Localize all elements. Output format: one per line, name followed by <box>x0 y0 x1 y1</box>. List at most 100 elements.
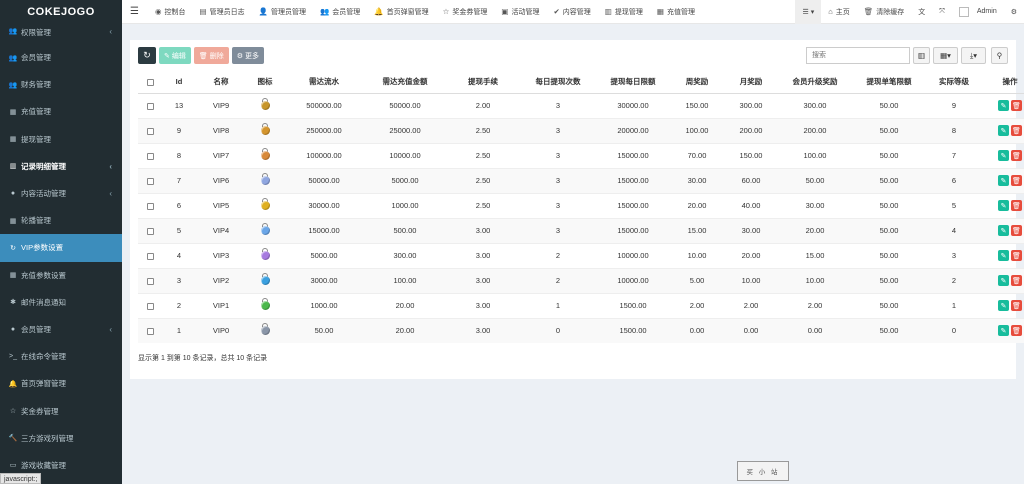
row-checkbox[interactable] <box>146 327 154 335</box>
column-header[interactable]: 名称 <box>196 71 246 94</box>
top-tab-2[interactable]: 👤 管理员管理 <box>252 0 313 24</box>
table-row[interactable]: 5 VIP4 15000.00 500.00 3.00 3 15000.00 15.00 30.… <box>138 217 1024 243</box>
sidebar-item-3[interactable]: ▦ 充值管理 <box>0 98 122 125</box>
brand-logo[interactable]: COKEJOGO <box>0 0 122 24</box>
sidebar-item-14[interactable]: ☆ 奖金券管理 <box>0 397 122 424</box>
table-row[interactable]: 9 VIP8 250000.00 25000.00 2.50 3 20000.00 100.0… <box>138 117 1024 143</box>
row-edit-pencil-icon[interactable]: ✎ <box>998 125 1009 136</box>
row-checkbox[interactable] <box>146 302 154 310</box>
column-header[interactable]: 提现每日限额 <box>596 71 670 94</box>
admin-menu[interactable]: Admin <box>952 0 1004 24</box>
row-checkbox[interactable] <box>146 252 154 260</box>
column-header[interactable]: Id <box>162 71 196 94</box>
sidebar-item-6[interactable]: ● 内容活动管理 ‹ <box>0 180 122 207</box>
row-edit-pencil-icon[interactable]: ✎ <box>998 325 1009 337</box>
top-tab-5[interactable]: ☆ 奖金券管理 <box>436 0 495 24</box>
row-delete-trash-icon[interactable]: 🗑 <box>1011 325 1022 337</box>
row-edit-pencil-icon[interactable]: ✎ <box>998 250 1009 261</box>
row-checkbox[interactable] <box>146 202 154 210</box>
top-tab-3[interactable]: 👥 会员管理 <box>313 0 367 24</box>
row-delete-trash-icon[interactable]: 🗑 <box>1011 125 1022 136</box>
sidebar-item-1[interactable]: 👥 会员管理 <box>0 44 122 71</box>
row-edit-pencil-icon[interactable]: ✎ <box>998 275 1009 286</box>
columns-dropdown-button[interactable]: ▦▾ <box>933 47 958 64</box>
sidebar-item-7[interactable]: ▦ 轮播管理 <box>0 207 122 234</box>
row-checkbox[interactable] <box>146 152 154 160</box>
row-checkbox[interactable] <box>146 127 154 135</box>
search-button[interactable]: ⚲ <box>991 47 1008 64</box>
language-icon[interactable]: 文 <box>911 0 932 24</box>
table-row[interactable]: 13 VIP9 500000.00 50000.00 2.00 3 30000.00 150.… <box>138 92 1024 118</box>
top-tab-1[interactable]: ▤ 管理员日志 <box>193 0 252 24</box>
row-delete-trash-icon[interactable]: 🗑 <box>1011 175 1022 186</box>
row-delete-trash-icon[interactable]: 🗑 <box>1011 275 1022 286</box>
column-header[interactable]: 周奖励 <box>670 71 724 94</box>
table-row[interactable]: 6 VIP5 30000.00 1000.00 2.50 3 15000.00 20.00 40… <box>138 192 1024 218</box>
row-delete-trash-icon[interactable]: 🗑 <box>1011 100 1022 111</box>
export-dropdown-button[interactable]: ⤓▾ <box>961 47 986 64</box>
top-tab-7[interactable]: ✔ 内容管理 <box>546 0 597 24</box>
sidebar-item-9[interactable]: ▦ 充值参数设置 <box>0 262 122 289</box>
column-header[interactable]: 提现手续 <box>446 71 520 94</box>
sidebar-item-15[interactable]: 🔨 三方游戏列管理 <box>0 425 122 452</box>
top-tab-8[interactable]: ▥ 提现管理 <box>598 0 650 24</box>
table-row[interactable]: 1 VIP0 50.00 20.00 3.00 0 1500.00 0.00 0.00 0.00 5… <box>138 317 1024 343</box>
row-delete-trash-icon[interactable]: 🗑 <box>1011 200 1022 211</box>
column-header[interactable]: 会员升级奖励 <box>778 71 852 94</box>
table-row[interactable]: 7 VIP6 50000.00 5000.00 2.50 3 15000.00 30.00 60… <box>138 167 1024 193</box>
top-tab-9[interactable]: ▦ 充值管理 <box>650 0 702 24</box>
select-all-checkbox[interactable] <box>146 78 154 86</box>
search-input[interactable] <box>806 47 910 64</box>
row-checkbox[interactable] <box>146 102 154 110</box>
row-edit-pencil-icon[interactable]: ✎ <box>998 200 1009 211</box>
column-header[interactable]: 需达充值金额 <box>364 71 446 94</box>
table-row[interactable]: 3 VIP2 3000.00 100.00 3.00 2 10000.00 5.00 10.00… <box>138 267 1024 293</box>
column-header[interactable]: 每日提现次数 <box>520 71 596 94</box>
sidebar-item-13[interactable]: 🔔 首页弹窗管理 <box>0 370 122 397</box>
menu-toggle-icon[interactable]: ☰ <box>122 0 148 24</box>
row-edit-pencil-icon[interactable]: ✎ <box>998 225 1009 236</box>
column-header[interactable]: 实际等级 <box>926 71 982 94</box>
more-button[interactable]: ⚙ 更多 <box>231 47 265 64</box>
column-header[interactable]: 操作 <box>982 71 1024 94</box>
top-tab-4[interactable]: 🔔 首页弹窗管理 <box>367 0 435 24</box>
refresh-button[interactable]: ↻ <box>138 47 156 64</box>
sidebar-item-2[interactable]: 👥 财务管理 <box>0 71 122 98</box>
settings-gear-icon[interactable]: ⚙ <box>1004 0 1024 24</box>
select-all-header[interactable] <box>138 71 162 94</box>
fullscreen-icon[interactable]: ⤧ <box>932 0 952 24</box>
row-edit-pencil-icon[interactable]: ✎ <box>998 150 1009 161</box>
edit-button[interactable]: ✎ 编辑 <box>159 47 191 64</box>
row-edit-pencil-icon[interactable]: ✎ <box>998 175 1009 186</box>
clear-cache-link[interactable]: 🗑 清除缓存 <box>857 0 912 24</box>
row-delete-trash-icon[interactable]: 🗑 <box>1011 250 1022 261</box>
column-header[interactable]: 需达流水 <box>284 71 364 94</box>
top-tab-6[interactable]: ▣ 活动管理 <box>494 0 546 24</box>
row-checkbox[interactable] <box>146 177 154 185</box>
row-delete-trash-icon[interactable]: 🗑 <box>1011 225 1022 236</box>
sidebar-item-0[interactable]: 👥 权限管理 ‹ <box>0 24 122 44</box>
top-tab-0[interactable]: ◉ 控制台 <box>148 0 193 24</box>
column-header[interactable]: 提现单笔限额 <box>852 71 926 94</box>
row-checkbox[interactable] <box>146 277 154 285</box>
delete-button[interactable]: 🗑 删除 <box>193 47 229 64</box>
layout-dropdown-icon[interactable]: ☰ ▾ <box>795 0 822 24</box>
sidebar-item-11[interactable]: ● 会员管理 ‹ <box>0 316 122 343</box>
sidebar-item-8[interactable]: ↻ VIP参数设置 <box>0 234 122 262</box>
table-row[interactable]: 4 VIP3 5000.00 300.00 3.00 2 10000.00 10.00 20.0… <box>138 242 1024 268</box>
table-row[interactable]: 2 VIP1 1000.00 20.00 3.00 1 1500.00 2.00 2.00 2.0… <box>138 292 1024 318</box>
sidebar-item-10[interactable]: ✱ 邮件消息通知 <box>0 289 122 316</box>
row-edit-pencil-icon[interactable]: ✎ <box>998 300 1009 311</box>
row-delete-trash-icon[interactable]: 🗑 <box>1011 300 1022 311</box>
table-row[interactable]: 8 VIP7 100000.00 10000.00 2.50 3 15000.00 70.00… <box>138 142 1024 168</box>
sidebar-item-12[interactable]: >_ 在线命令管理 <box>0 343 122 370</box>
row-edit-pencil-icon[interactable]: ✎ <box>998 100 1009 111</box>
sidebar-item-4[interactable]: ▦ 提现管理 <box>0 126 122 153</box>
home-link[interactable]: ⌂ 主页 <box>821 0 857 24</box>
column-header[interactable]: 图标 <box>246 71 284 94</box>
toggle-view-button[interactable]: ▥ <box>913 47 930 64</box>
row-checkbox[interactable] <box>146 227 154 235</box>
column-header[interactable]: 月奖励 <box>724 71 778 94</box>
row-delete-trash-icon[interactable]: 🗑 <box>1011 150 1022 161</box>
sidebar-item-5[interactable]: ▥ 记录明细管理 ‹ <box>0 153 122 180</box>
